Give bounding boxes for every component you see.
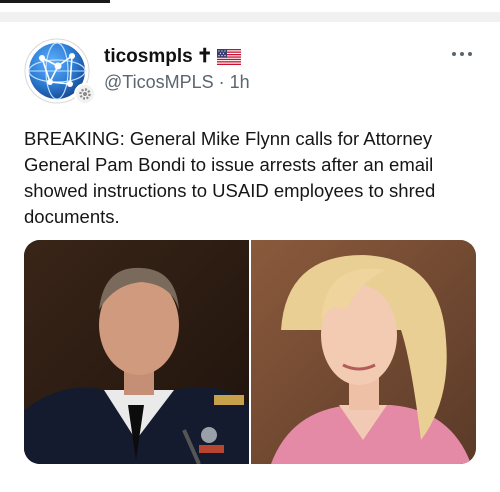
cross-glyph: ✝ — [196, 46, 213, 67]
photo-left[interactable] — [24, 240, 249, 464]
avatar[interactable] — [24, 38, 96, 105]
post-card[interactable]: ticosmpls ✝ @TicosMPLS · 1h BREAKING: Ge… — [0, 22, 500, 492]
more-options-icon[interactable] — [452, 52, 472, 56]
handle[interactable]: @TicosMPLS — [104, 72, 214, 92]
active-tab-indicator — [0, 0, 110, 3]
post-text: BREAKING: General Mike Flynn calls for A… — [24, 128, 436, 227]
display-name[interactable]: ticosmpls — [104, 46, 193, 68]
gear-icon — [74, 83, 96, 105]
top-bar — [0, 0, 500, 12]
separator: · — [218, 72, 225, 92]
timestamp[interactable]: 1h — [230, 72, 250, 92]
handle-row: @TicosMPLS · 1h — [104, 72, 250, 93]
photo-right[interactable] — [251, 240, 476, 464]
author-name-row[interactable]: ticosmpls ✝ — [104, 45, 241, 68]
us-flag-icon — [216, 48, 241, 65]
